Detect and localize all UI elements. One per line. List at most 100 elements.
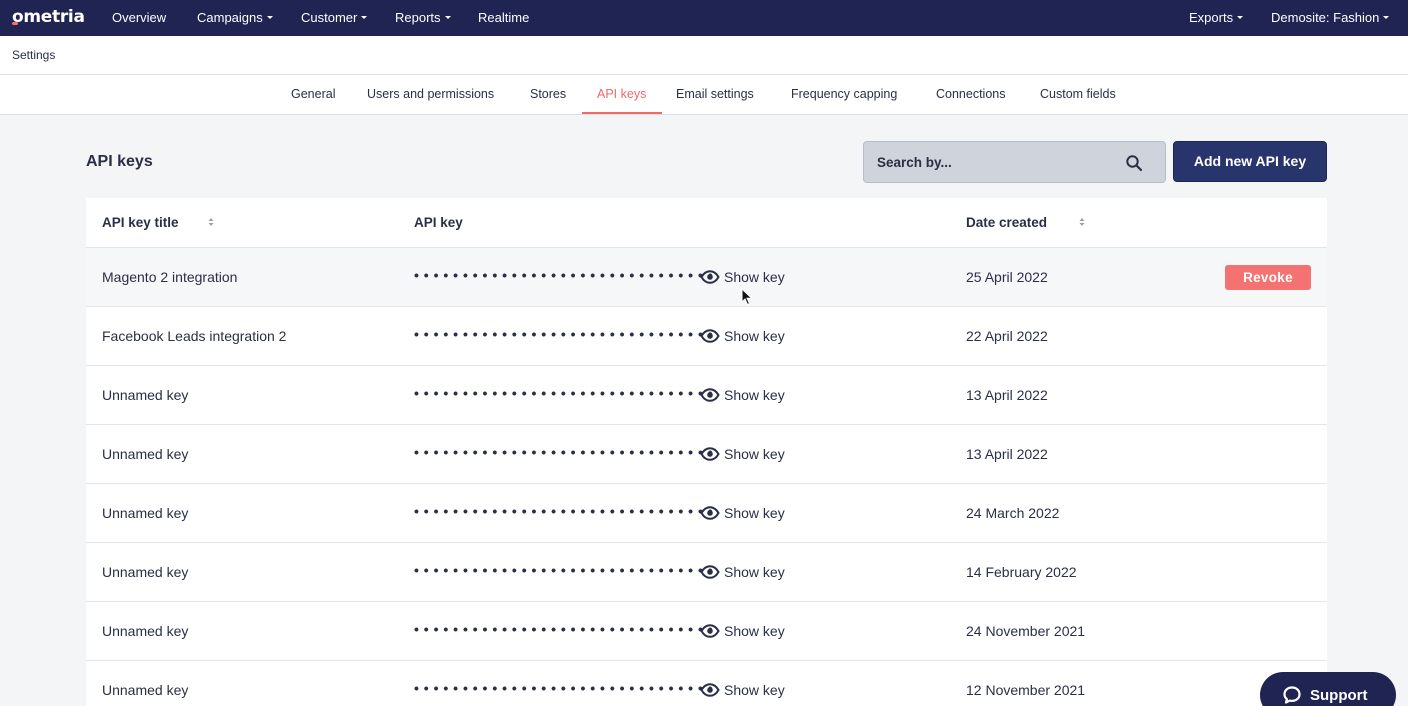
caret-down-icon	[266, 16, 273, 20]
eye-icon	[700, 506, 720, 520]
date-created: 24 November 2021	[966, 623, 1086, 639]
masked-api-key: • • • • • • • • • • • • • • • • • • • • …	[414, 503, 714, 519]
active-tab-indicator	[582, 112, 662, 114]
date-created: 13 April 2022	[966, 387, 1048, 403]
show-key-button[interactable]: Show key	[700, 444, 785, 464]
api-key-title: Unnamed key	[102, 623, 189, 639]
mouse-cursor-icon	[741, 288, 753, 306]
settings-tabs: General Users and permissions Stores API…	[0, 75, 1408, 115]
support-button[interactable]: Support	[1260, 672, 1396, 706]
nav-site-switcher-label: Demosite: Fashion	[1271, 10, 1380, 25]
date-created: 13 April 2022	[966, 446, 1048, 462]
api-key-title: Unnamed key	[102, 682, 189, 698]
show-key-button[interactable]: Show key	[700, 267, 785, 287]
table-row: Facebook Leads integration 2 • • • • • • …	[86, 307, 1327, 366]
nav-overview-label: Overview	[112, 10, 167, 25]
table-row: Unnamed key • • • • • • • • • • • • • • •…	[86, 484, 1327, 543]
nav-reports[interactable]: Reports	[395, 10, 451, 25]
table-row: Unnamed key • • • • • • • • • • • • • • •…	[86, 602, 1327, 661]
settings-title: Settings	[12, 48, 56, 62]
nav-customer-label: Customer	[301, 10, 358, 25]
show-key-label: Show key	[724, 328, 785, 344]
table-row: Unnamed key • • • • • • • • • • • • • • •…	[86, 543, 1327, 602]
tab-email-settings[interactable]: Email settings	[676, 87, 754, 101]
show-key-label: Show key	[724, 387, 785, 403]
sort-icon[interactable]	[1078, 217, 1086, 227]
support-label: Support	[1310, 686, 1368, 704]
nav-customer[interactable]: Customer	[301, 10, 368, 25]
masked-api-key: • • • • • • • • • • • • • • • • • • • • …	[414, 385, 714, 401]
show-key-button[interactable]: Show key	[700, 680, 785, 700]
table-row: Unnamed key • • • • • • • • • • • • • • •…	[86, 425, 1327, 484]
tab-api-keys[interactable]: API keys	[597, 87, 646, 101]
api-key-title: Magento 2 integration	[102, 269, 238, 285]
column-header-date-created[interactable]: Date created	[966, 215, 1047, 230]
date-created: 24 March 2022	[966, 505, 1060, 521]
search-box	[863, 141, 1166, 183]
nav-site-switcher[interactable]: Demosite: Fashion	[1271, 10, 1390, 25]
search-input[interactable]	[864, 142, 1124, 182]
caret-down-icon	[1383, 16, 1390, 20]
eye-icon	[700, 329, 720, 343]
masked-api-key: • • • • • • • • • • • • • • • • • • • • …	[414, 444, 714, 460]
tab-frequency-capping[interactable]: Frequency capping	[791, 87, 897, 101]
show-key-label: Show key	[724, 682, 785, 698]
show-key-label: Show key	[724, 269, 785, 285]
nav-exports[interactable]: Exports	[1189, 10, 1244, 25]
api-keys-table: API key title API key Date created Magen…	[86, 198, 1327, 706]
caret-down-icon	[444, 16, 451, 20]
search-icon[interactable]	[1125, 154, 1143, 172]
api-key-title: Unnamed key	[102, 505, 189, 521]
date-created: 14 February 2022	[966, 564, 1077, 580]
nav-campaigns-label: Campaigns	[197, 10, 263, 25]
api-key-title: Unnamed key	[102, 387, 189, 403]
show-key-button[interactable]: Show key	[700, 562, 785, 582]
tab-general[interactable]: General	[291, 87, 335, 101]
nav-campaigns[interactable]: Campaigns	[197, 10, 273, 25]
masked-api-key: • • • • • • • • • • • • • • • • • • • • …	[414, 267, 714, 283]
table-row: Unnamed key • • • • • • • • • • • • • • •…	[86, 366, 1327, 425]
show-key-label: Show key	[724, 505, 785, 521]
masked-api-key: • • • • • • • • • • • • • • • • • • • • …	[414, 680, 714, 696]
caret-down-icon	[361, 16, 368, 20]
add-new-api-key-button[interactable]: Add new API key	[1173, 141, 1327, 182]
show-key-button[interactable]: Show key	[700, 503, 785, 523]
tab-connections[interactable]: Connections	[936, 87, 1006, 101]
nav-exports-label: Exports	[1189, 10, 1234, 25]
show-key-button[interactable]: Show key	[700, 326, 785, 346]
eye-icon	[700, 624, 720, 638]
caret-down-icon	[1237, 16, 1244, 20]
tab-users-and-permissions[interactable]: Users and permissions	[367, 87, 494, 101]
date-created: 22 April 2022	[966, 328, 1048, 344]
eye-icon	[700, 270, 720, 284]
settings-header: Settings	[0, 36, 1408, 75]
show-key-label: Show key	[724, 623, 785, 639]
show-key-button[interactable]: Show key	[700, 385, 785, 405]
table-row: Unnamed key • • • • • • • • • • • • • • •…	[86, 661, 1327, 706]
show-key-button[interactable]: Show key	[700, 621, 785, 641]
ometria-logo[interactable]: ometria	[12, 7, 85, 27]
column-header-title[interactable]: API key title	[102, 215, 179, 230]
api-key-title: Unnamed key	[102, 564, 189, 580]
date-created: 12 November 2021	[966, 682, 1086, 698]
show-key-label: Show key	[724, 564, 785, 580]
masked-api-key: • • • • • • • • • • • • • • • • • • • • …	[414, 621, 714, 637]
revoke-button[interactable]: Revoke	[1225, 265, 1311, 290]
sort-icon[interactable]	[207, 217, 215, 227]
nav-overview[interactable]: Overview	[112, 10, 166, 25]
eye-icon	[700, 388, 720, 402]
eye-icon	[700, 565, 720, 579]
nav-reports-label: Reports	[395, 10, 441, 25]
logo-accent	[12, 22, 18, 25]
masked-api-key: • • • • • • • • • • • • • • • • • • • • …	[414, 326, 714, 342]
eye-icon	[700, 683, 720, 697]
tab-stores[interactable]: Stores	[530, 87, 566, 101]
eye-icon	[700, 447, 720, 461]
tab-custom-fields[interactable]: Custom fields	[1040, 87, 1116, 101]
table-row: Magento 2 integration • • • • • • • • • •…	[86, 248, 1327, 307]
nav-realtime[interactable]: Realtime	[478, 10, 529, 25]
page-title: API keys	[86, 153, 153, 170]
masked-api-key: • • • • • • • • • • • • • • • • • • • • …	[414, 562, 714, 578]
top-navigation: ometria Overview Campaigns Customer Repo…	[0, 0, 1408, 36]
table-header: API key title API key Date created	[86, 198, 1327, 248]
